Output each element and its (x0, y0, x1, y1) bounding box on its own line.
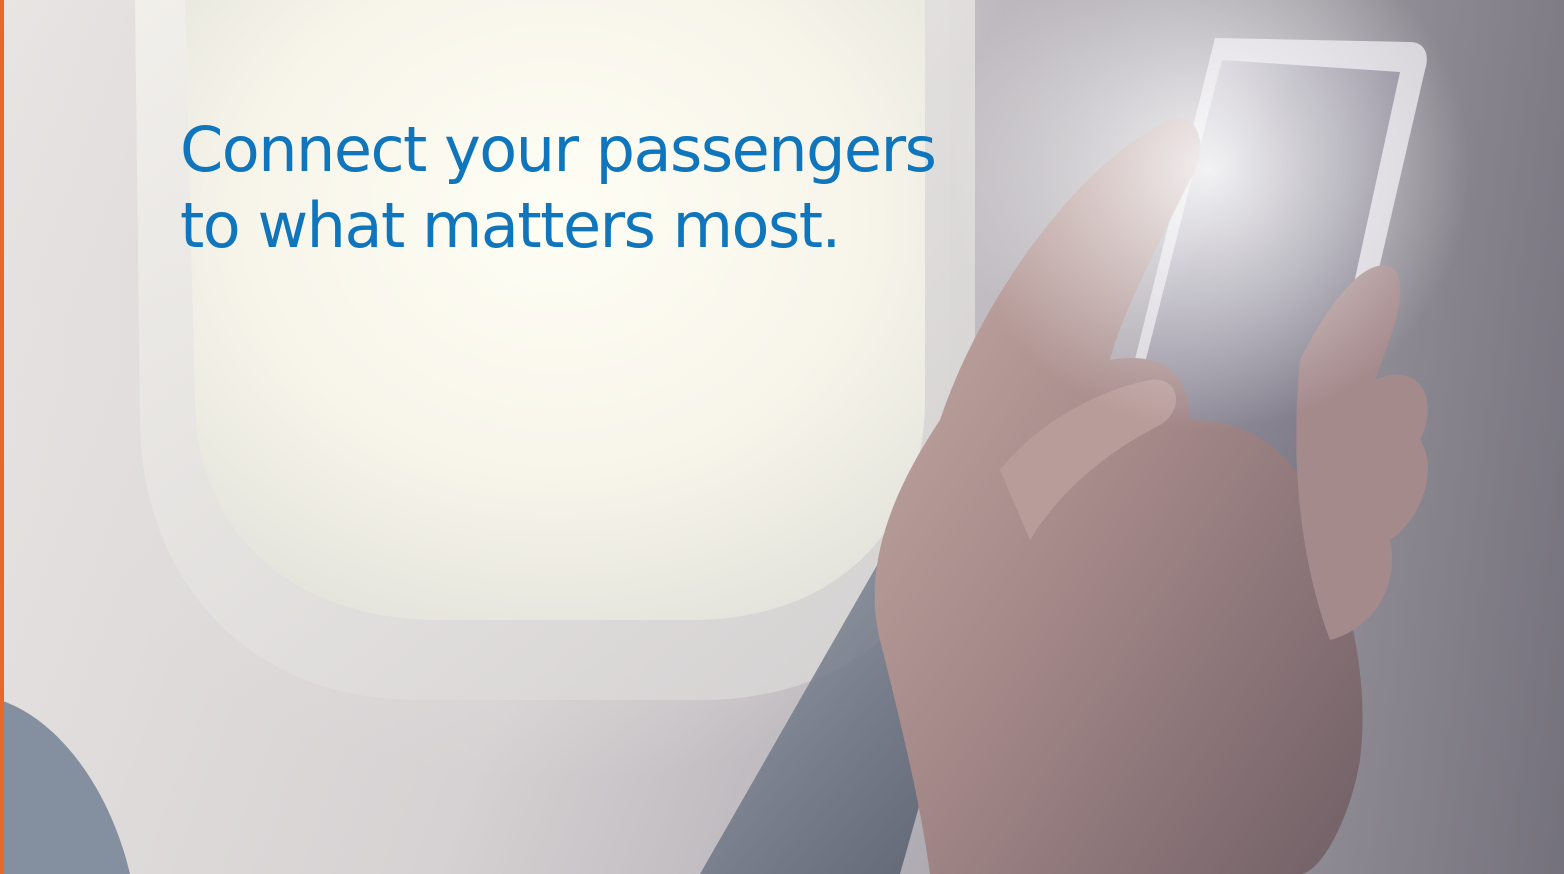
hero-banner: Connect your passengers to what matters … (0, 0, 1564, 874)
hero-headline-line-1: Connect your passengers (180, 113, 937, 186)
hero-headline-line-2: to what matters most. (180, 189, 841, 262)
accent-strip (0, 0, 4, 874)
hero-headline: Connect your passengers to what matters … (180, 112, 1000, 264)
